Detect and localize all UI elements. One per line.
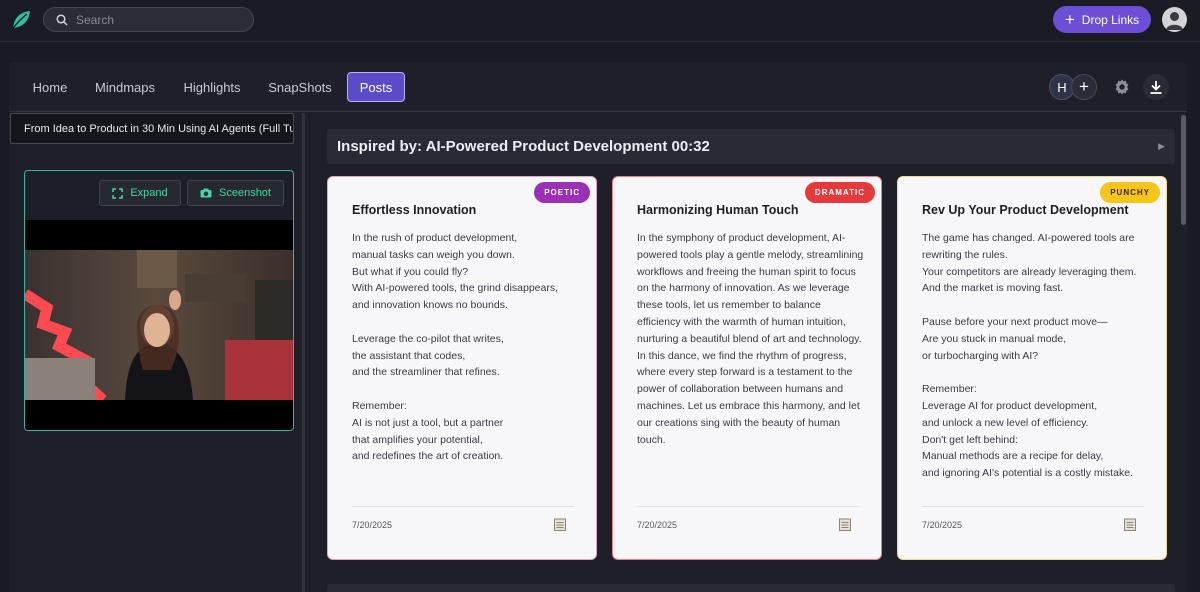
post-date: 7/20/2025: [922, 520, 963, 530]
tab-home[interactable]: Home: [28, 72, 72, 102]
tab-snapshots[interactable]: SnapShots: [268, 72, 332, 102]
style-badge: POETIC: [534, 182, 590, 203]
search-icon: [56, 13, 68, 26]
post-date: 7/20/2025: [637, 520, 678, 530]
tab-posts[interactable]: Posts: [347, 72, 405, 102]
post-title: Harmonizing Human Touch: [637, 203, 799, 217]
download-icon: [1150, 80, 1162, 94]
divider: [352, 506, 574, 507]
post-title: Effortless Innovation: [352, 203, 477, 217]
gear-icon[interactable]: [1113, 78, 1131, 96]
post-date: 7/20/2025: [352, 520, 393, 530]
post-card[interactable]: PUNCHY Rev Up Your Product Development T…: [897, 176, 1167, 560]
divider: [922, 506, 1144, 507]
video-player[interactable]: [25, 220, 293, 430]
tab-bar: Home Mindmaps Highlights SnapShots Posts…: [9, 62, 1187, 112]
main-panel: Home Mindmaps Highlights SnapShots Posts…: [9, 62, 1187, 592]
inspired-header[interactable]: Inspired by: AI-Powered Product Developm…: [327, 129, 1175, 164]
post-card[interactable]: POETIC Effortless Innovation In the rush…: [327, 176, 597, 560]
drop-links-button[interactable]: + Drop Links: [1053, 6, 1151, 33]
user-avatar[interactable]: [1162, 7, 1187, 32]
tab-mindmaps[interactable]: Mindmaps: [93, 72, 157, 102]
post-body: In the symphony of product development, …: [637, 232, 864, 446]
notepad-icon[interactable]: [1124, 518, 1136, 531]
notepad-icon[interactable]: [554, 518, 566, 531]
user-silhouette-icon: [1166, 12, 1183, 30]
drop-links-label: Drop Links: [1081, 12, 1140, 27]
leaf-logo-icon[interactable]: [10, 9, 32, 31]
video-thumbnail: [25, 250, 293, 400]
expand-label: Expand: [130, 187, 168, 199]
plus-icon: +: [1064, 10, 1075, 29]
inspired-title: Inspired by: AI-Powered Product Developm…: [337, 138, 710, 155]
add-collaborator-button[interactable]: +: [1071, 74, 1097, 100]
post-body: The game has changed. AI-powered tools a…: [922, 232, 1137, 480]
play-icon[interactable]: ▶: [1158, 141, 1165, 152]
tab-highlights[interactable]: Highlights: [181, 72, 243, 102]
source-pane: From Idea to Product in 30 Min Using AI …: [9, 113, 305, 592]
video-card: Expand Sceenshot: [24, 170, 294, 431]
search-bar[interactable]: [43, 7, 254, 32]
scrollbar[interactable]: [1181, 115, 1186, 225]
post-title: Rev Up Your Product Development: [922, 203, 1129, 217]
post-body: In the rush of product development, manu…: [352, 232, 559, 463]
top-bar: + Drop Links: [0, 0, 1200, 42]
search-input[interactable]: [76, 12, 226, 27]
notepad-icon[interactable]: [839, 518, 851, 531]
screenshot-label: Sceenshot: [219, 187, 271, 199]
camera-icon: [200, 188, 212, 198]
style-badge: DRAMATIC: [804, 182, 875, 203]
nav-tools: H +: [1049, 70, 1169, 104]
expand-icon: [112, 187, 124, 199]
next-section-header: [327, 584, 1175, 592]
expand-button[interactable]: Expand: [99, 180, 181, 206]
style-badge: PUNCHY: [1100, 182, 1160, 203]
source-video-select[interactable]: From Idea to Product in 30 Min Using AI …: [10, 113, 294, 144]
divider: [637, 506, 859, 507]
screenshot-button[interactable]: Sceenshot: [187, 180, 284, 206]
download-button[interactable]: [1143, 74, 1169, 100]
post-card[interactable]: DRAMATIC Harmonizing Human Touch In the …: [612, 176, 882, 560]
